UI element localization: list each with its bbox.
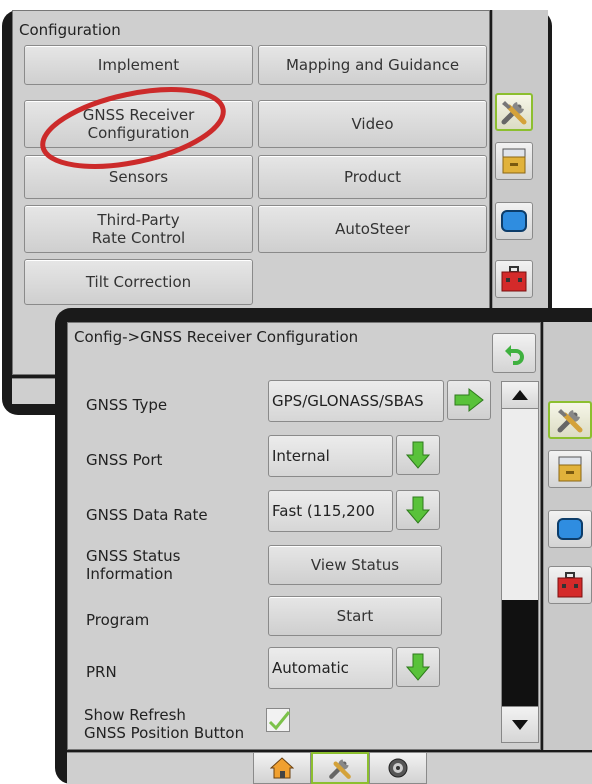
view-status-button[interactable]: View Status — [268, 545, 442, 585]
show-refresh-label-line2: GNSS Position Button — [84, 724, 245, 742]
product-label: Product — [344, 168, 401, 186]
third-party-rate-control-button[interactable]: Third-Party Rate Control — [24, 205, 253, 253]
gnss-status-label: GNSS Status Information — [86, 547, 180, 583]
implement-label: Implement — [97, 56, 180, 74]
start-label: Start — [336, 607, 374, 625]
implement-button[interactable]: Implement — [24, 45, 253, 85]
tools-icon — [329, 759, 351, 779]
scroll-up-button[interactable] — [501, 381, 539, 409]
home-tab-button[interactable] — [253, 752, 311, 784]
console-tab-button[interactable] — [495, 142, 533, 180]
tools-bottom-tab-button[interactable] — [311, 752, 369, 784]
toolbox-icon — [501, 266, 527, 292]
gnss-port-field[interactable]: Internal — [268, 435, 393, 477]
gnss-data-rate-label: GNSS Data Rate — [86, 506, 208, 524]
tools-tab-button[interactable] — [495, 93, 533, 131]
gnss-data-rate-field[interactable]: Fast (115,200 — [268, 490, 393, 532]
third-party-line2: Rate Control — [91, 229, 186, 247]
right-arrow-icon — [454, 387, 484, 413]
screen-icon — [557, 518, 583, 540]
chevron-up-icon — [512, 390, 528, 400]
scroll-down-button[interactable] — [501, 706, 539, 743]
console-tab-button[interactable] — [548, 450, 592, 488]
gnss-status-label-line2: Information — [86, 565, 173, 583]
highlight-ellipse — [40, 87, 226, 169]
show-refresh-checkbox[interactable] — [266, 708, 291, 732]
tools-tab-button[interactable] — [548, 401, 592, 439]
video-label: Video — [351, 115, 394, 133]
toolbox-tab-button[interactable] — [495, 260, 533, 298]
product-button[interactable]: Product — [258, 155, 487, 199]
screen-icon — [501, 210, 527, 232]
tools-icon — [501, 101, 527, 125]
autosteer-button[interactable]: AutoSteer — [258, 205, 487, 253]
down-arrow-icon — [406, 496, 430, 524]
mapping-guidance-label: Mapping and Guidance — [285, 56, 460, 74]
third-party-line1: Third-Party — [97, 211, 180, 229]
program-label: Program — [86, 611, 150, 629]
camera-icon — [388, 758, 408, 778]
gnss-port-label: GNSS Port — [86, 451, 163, 469]
home-icon — [270, 757, 294, 779]
prn-label: PRN — [86, 663, 117, 681]
tilt-correction-button[interactable]: Tilt Correction — [24, 259, 253, 305]
prn-field[interactable]: Automatic — [268, 647, 393, 689]
gnss-type-next-button[interactable] — [447, 380, 491, 420]
chevron-down-icon — [512, 719, 528, 730]
back-arrow-icon — [505, 345, 524, 365]
page-title: Config->GNSS Receiver Configuration — [74, 328, 359, 346]
mapping-guidance-button[interactable]: Mapping and Guidance — [258, 45, 487, 85]
down-arrow-icon — [406, 441, 430, 469]
screen-tab-button[interactable] — [548, 510, 592, 548]
page-title: Configuration — [19, 21, 121, 39]
video-button[interactable]: Video — [258, 100, 487, 148]
show-refresh-label: Show Refresh GNSS Position Button — [84, 706, 244, 742]
gnss-type-label: GNSS Type — [86, 396, 168, 414]
back-button[interactable] — [492, 333, 536, 373]
console-icon — [502, 148, 526, 174]
toolbox-tab-button[interactable] — [548, 566, 592, 604]
gnss-port-dropdown-button[interactable] — [396, 435, 440, 475]
checkmark-icon — [268, 711, 291, 731]
start-button[interactable]: Start — [268, 596, 442, 636]
tools-icon — [557, 409, 583, 433]
tilt-correction-label: Tilt Correction — [85, 273, 192, 291]
scrollbar-thumb[interactable] — [502, 600, 538, 706]
gnss-status-label-line1: GNSS Status — [86, 547, 181, 565]
prn-dropdown-button[interactable] — [396, 647, 440, 687]
toolbox-icon — [557, 572, 583, 598]
gnss-data-rate-dropdown-button[interactable] — [396, 490, 440, 530]
show-refresh-label-line1: Show Refresh — [84, 706, 186, 724]
autosteer-label: AutoSteer — [335, 220, 410, 238]
gnss-type-field[interactable]: GPS/GLONASS/SBAS — [268, 380, 444, 422]
console-icon — [558, 456, 582, 482]
down-arrow-icon — [406, 653, 430, 681]
screen-tab-button[interactable] — [495, 202, 533, 240]
camera-tab-button[interactable] — [369, 752, 427, 784]
view-status-label: View Status — [310, 556, 400, 574]
